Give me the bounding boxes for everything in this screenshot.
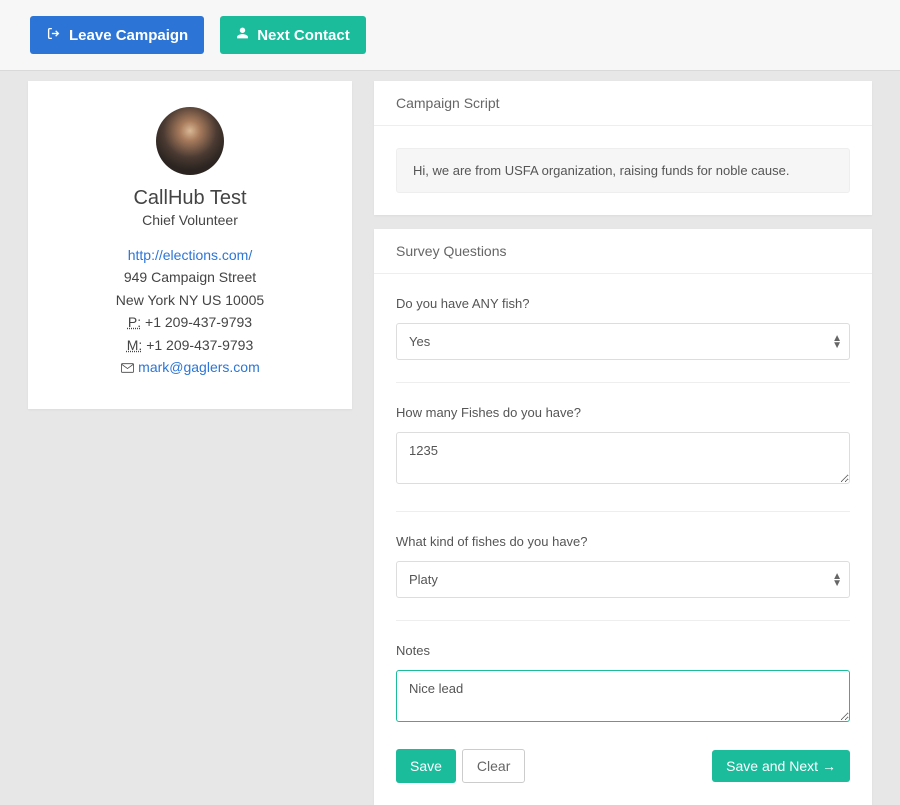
survey-panel-title: Survey Questions — [374, 229, 872, 274]
leave-campaign-button[interactable]: Leave Campaign — [30, 16, 204, 54]
next-contact-label: Next Contact — [257, 27, 350, 44]
save-and-next-label: Save and Next — [726, 758, 818, 774]
survey-footer: Save Clear Save and Next → — [374, 749, 872, 805]
arrow-right-icon: → — [822, 758, 836, 774]
divider — [396, 511, 850, 512]
question-2: How many Fishes do you have? — [396, 405, 850, 489]
question-1-label: Do you have ANY fish? — [396, 296, 850, 311]
envelope-icon — [120, 357, 134, 379]
contact-name: CallHub Test — [48, 187, 332, 210]
question-1: Do you have ANY fish? Yes ▲▼ — [396, 296, 850, 360]
script-panel-body: Hi, we are from USFA organization, raisi… — [374, 126, 872, 215]
contact-phone: +1 209-437-9793 — [141, 314, 252, 330]
script-panel-title: Campaign Script — [374, 81, 872, 126]
question-3-select[interactable]: Platy — [396, 561, 850, 598]
contact-phone-line: P: +1 209-437-9793 — [48, 311, 332, 333]
main-content: CallHub Test Chief Volunteer http://elec… — [0, 71, 900, 805]
script-panel: Campaign Script Hi, we are from USFA org… — [374, 81, 872, 215]
campaign-script-text: Hi, we are from USFA organization, raisi… — [396, 148, 850, 193]
contact-email-link[interactable]: mark@gaglers.com — [138, 359, 260, 375]
left-column: CallHub Test Chief Volunteer http://elec… — [28, 81, 352, 805]
contact-role: Chief Volunteer — [48, 212, 332, 228]
person-icon — [236, 26, 249, 44]
survey-body: Do you have ANY fish? Yes ▲▼ How many Fi… — [374, 274, 872, 727]
question-1-select[interactable]: Yes — [396, 323, 850, 360]
question-2-label: How many Fishes do you have? — [396, 405, 850, 420]
contact-email-line: mark@gaglers.com — [48, 356, 332, 379]
divider — [396, 382, 850, 383]
question-3-select-wrap: Platy ▲▼ — [396, 561, 850, 598]
contact-mobile-line: M: +1 209-437-9793 — [48, 334, 332, 356]
leave-campaign-label: Leave Campaign — [69, 27, 188, 44]
sign-out-icon — [46, 27, 61, 44]
contact-card: CallHub Test Chief Volunteer http://elec… — [28, 81, 352, 409]
survey-panel: Survey Questions Do you have ANY fish? Y… — [374, 229, 872, 805]
next-contact-button[interactable]: Next Contact — [220, 16, 366, 54]
footer-left-buttons: Save Clear — [396, 749, 525, 783]
right-column: Campaign Script Hi, we are from USFA org… — [374, 81, 872, 805]
divider — [396, 620, 850, 621]
contact-address-2: New York NY US 10005 — [48, 289, 332, 311]
question-1-select-wrap: Yes ▲▼ — [396, 323, 850, 360]
clear-button[interactable]: Clear — [462, 749, 525, 783]
save-button[interactable]: Save — [396, 749, 456, 783]
question-3-label: What kind of fishes do you have? — [396, 534, 850, 549]
notes-block: Notes — [396, 643, 850, 727]
phone-label: P: — [128, 314, 141, 330]
notes-label: Notes — [396, 643, 850, 658]
contact-address-1: 949 Campaign Street — [48, 266, 332, 288]
contact-website-link[interactable]: http://elections.com/ — [48, 244, 332, 266]
question-3: What kind of fishes do you have? Platy ▲… — [396, 534, 850, 598]
mobile-label: M: — [127, 337, 143, 353]
save-and-next-button[interactable]: Save and Next → — [712, 750, 850, 782]
contact-mobile: +1 209-437-9793 — [142, 337, 253, 353]
avatar — [156, 107, 224, 175]
top-bar: Leave Campaign Next Contact — [0, 0, 900, 71]
notes-input[interactable] — [396, 670, 850, 722]
question-2-input[interactable] — [396, 432, 850, 484]
